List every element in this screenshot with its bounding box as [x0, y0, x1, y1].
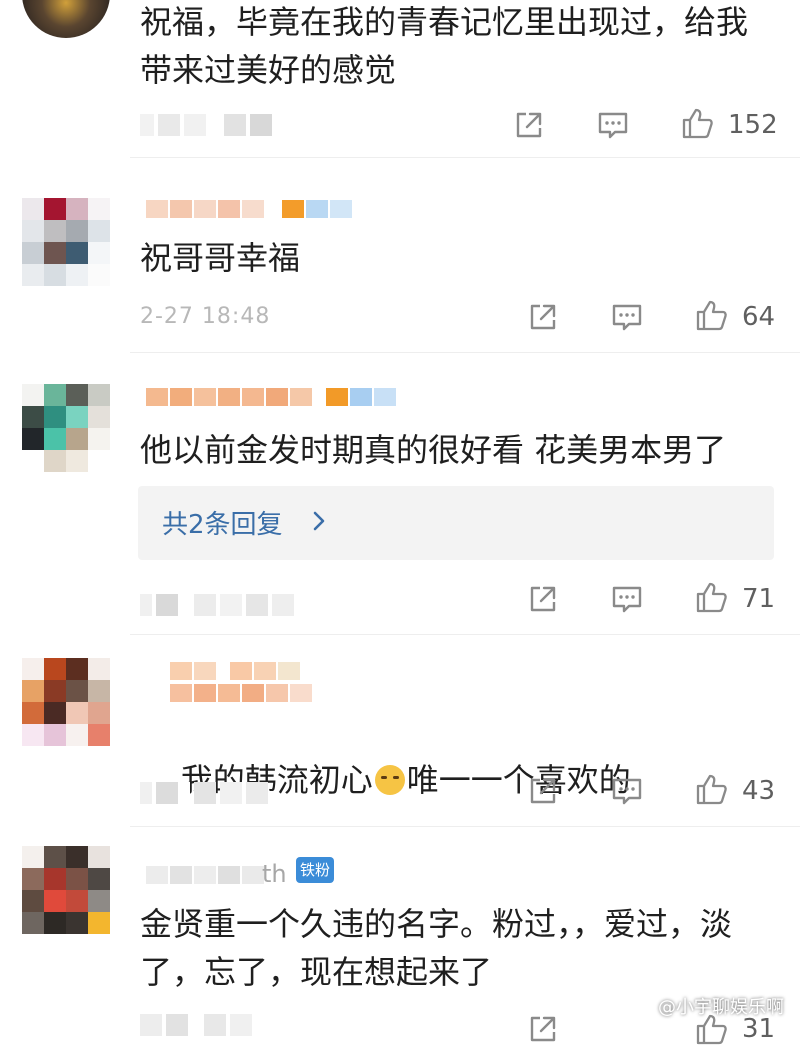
share-icon[interactable]: [526, 774, 560, 808]
username-blurred[interactable]: [170, 662, 300, 680]
chevron-right-icon: [313, 511, 325, 531]
comment-time-blurred: [140, 1012, 252, 1038]
username-blurred[interactable]: [146, 388, 396, 406]
like-count: 64: [742, 302, 776, 332]
thumbs-up-icon[interactable]: [694, 580, 728, 614]
avatar[interactable]: [22, 658, 110, 746]
avatar[interactable]: [22, 384, 110, 472]
share-icon[interactable]: [512, 108, 546, 142]
avatar[interactable]: [22, 0, 110, 38]
comment-icon[interactable]: [610, 300, 644, 334]
fan-badge: 铁粉: [296, 857, 334, 883]
thumbs-up-icon[interactable]: [694, 772, 728, 806]
username-blurred[interactable]: [146, 200, 352, 218]
avatar[interactable]: [22, 198, 110, 286]
share-icon[interactable]: [526, 300, 560, 334]
view-replies-button[interactable]: 共2条回复: [138, 486, 774, 560]
comment-icon[interactable]: [610, 582, 644, 616]
watermark-text: 小宇聊娱乐啊: [676, 997, 784, 1018]
comment-text: 祝福，毕竟在我的青春记忆里出现过，给我 带来过美好的感觉: [140, 3, 749, 89]
comment-text: 金贤重一个久违的名字。粉过，，爱过，淡 了，忘了，现在想起来了: [140, 905, 733, 991]
share-icon[interactable]: [526, 582, 560, 616]
divider: [130, 634, 800, 635]
comment-text-part: 唯一一个喜欢的: [406, 761, 631, 799]
watermark: @小宇聊娱乐啊: [658, 993, 784, 1019]
divider: [130, 826, 800, 827]
like-count: 43: [742, 776, 776, 806]
avatar[interactable]: [22, 846, 110, 934]
thumbs-up-icon[interactable]: [680, 106, 714, 140]
comment-text: 祝哥哥幸福: [140, 239, 301, 277]
comment-time-blurred: [140, 780, 268, 806]
comment-text: 他以前金发时期真的很好看 花美男本男了: [140, 431, 727, 469]
comment-time: 2-27 18:48: [140, 304, 271, 329]
username-blurred[interactable]: [146, 866, 264, 884]
watermark-icon: @: [658, 997, 676, 1018]
username-blurred: [170, 684, 312, 702]
username-suffix[interactable]: th: [262, 860, 287, 888]
comment-icon[interactable]: [596, 108, 630, 142]
like-count: 71: [742, 584, 776, 614]
divider: [130, 157, 800, 158]
thumbs-up-icon[interactable]: [694, 298, 728, 332]
crying-face-icon: [374, 765, 405, 795]
like-count: 152: [728, 110, 778, 140]
comment-icon[interactable]: [610, 774, 644, 808]
divider: [130, 352, 800, 353]
comment-time-blurred: [140, 592, 294, 618]
comment-time-blurred: [140, 112, 272, 138]
reply-count-link[interactable]: 共2条回复: [162, 504, 283, 541]
share-icon[interactable]: [526, 1012, 560, 1046]
